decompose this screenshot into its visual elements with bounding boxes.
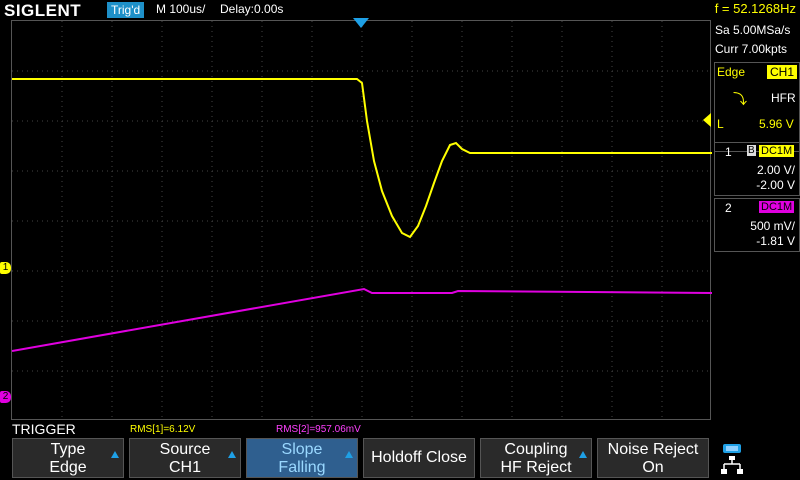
- ch1-waveform: [12, 78, 712, 239]
- ch1-coupling-tag: DC1M: [759, 145, 795, 157]
- softkey-value: Falling: [278, 459, 326, 476]
- info-panel: Sa 5.00MSa/s Curr 7.00kpts Edge CH1 ⤵ HF…: [712, 20, 800, 420]
- falling-edge-icon: ⤵: [733, 91, 747, 107]
- softkey-source[interactable]: Source CH1: [129, 438, 241, 478]
- softkey-type[interactable]: Type Edge: [12, 438, 124, 478]
- softkey-holdoff[interactable]: Holdoff Close: [363, 438, 475, 478]
- bandwidth-limit-icon: B: [747, 145, 756, 156]
- softkey-value: HF Reject: [500, 459, 572, 476]
- ch2-scale: 500 mV/: [750, 219, 795, 233]
- softkey-coupling[interactable]: Coupling HF Reject: [480, 438, 592, 478]
- ch2-offset: -1.81 V: [756, 234, 795, 248]
- up-arrow-icon: [111, 451, 119, 458]
- trigger-level-label: L: [717, 117, 724, 131]
- trigger-level: 5.96 V: [759, 117, 794, 131]
- up-arrow-icon: [579, 451, 587, 458]
- timebase-readout[interactable]: M 100us/: [156, 2, 205, 16]
- waveform-display[interactable]: [11, 20, 712, 421]
- softkey-label: Noise Reject: [607, 441, 699, 458]
- softkey-label: Source: [159, 441, 211, 458]
- softkey-slope[interactable]: Slope Falling: [246, 438, 358, 478]
- brand-logo: SIGLENT: [4, 1, 82, 20]
- trigger-info-box[interactable]: Edge CH1 ⤵ HFR L 5.96 V: [714, 62, 800, 152]
- softkey-value: On: [642, 459, 664, 476]
- menu-title: TRIGGER: [12, 421, 76, 437]
- softkey-value: Edge: [49, 459, 87, 476]
- ch2-coupling-tag: DC1M: [759, 201, 795, 213]
- waveform-grid: [12, 21, 712, 421]
- up-arrow-icon: [228, 451, 236, 458]
- ch1-offset: -2.00 V: [756, 178, 795, 192]
- frequency-readout: f = 52.1268Hz: [714, 1, 796, 16]
- softkey-value: CH1: [168, 459, 201, 476]
- softkey-label: Holdoff Close: [371, 449, 467, 466]
- ch2-number: 2: [725, 201, 732, 215]
- delay-readout[interactable]: Delay:0.00s: [220, 2, 283, 16]
- ch1-number: 1: [725, 145, 732, 159]
- softkey-label: Coupling: [504, 441, 568, 458]
- up-arrow-icon: [345, 451, 353, 458]
- network-icon: [721, 444, 743, 474]
- trigger-position-marker-icon[interactable]: [353, 18, 369, 28]
- memory-depth: Curr 7.00kpts: [715, 42, 788, 56]
- softkey-noise-reject[interactable]: Noise Reject On: [597, 438, 709, 478]
- ch2-info-box[interactable]: 2 DC1M 500 mV/ -1.81 V: [714, 198, 800, 252]
- trigger-source-tag: CH1: [767, 65, 798, 79]
- softkey-bar: TRIGGER RMS[1]=6.12V RMS[2]=957.06mV Typ…: [0, 420, 800, 480]
- ch1-offset-marker[interactable]: 1: [0, 262, 11, 274]
- trigger-level-marker-icon[interactable]: [703, 113, 711, 127]
- ch1-info-box[interactable]: 1 B DC1M 2.00 V/ -2.00 V: [714, 142, 800, 196]
- softkey-label: Type: [50, 441, 86, 458]
- rms2-measurement: RMS[2]=957.06mV: [276, 424, 361, 435]
- rms1-measurement: RMS[1]=6.12V: [130, 424, 196, 435]
- status-bar: SIGLENT Trig'd M 100us/ Delay:0.00s f = …: [0, 0, 800, 20]
- softkey-label: Slope: [281, 441, 323, 458]
- sample-rate: Sa 5.00MSa/s: [715, 23, 791, 37]
- ch1-scale: 2.00 V/: [756, 163, 795, 177]
- trigger-type: Edge: [717, 65, 746, 79]
- trigger-status-badge[interactable]: Trig'd: [107, 2, 145, 18]
- trigger-coupling: HFR: [771, 91, 796, 105]
- ch2-offset-marker[interactable]: 2: [0, 391, 11, 403]
